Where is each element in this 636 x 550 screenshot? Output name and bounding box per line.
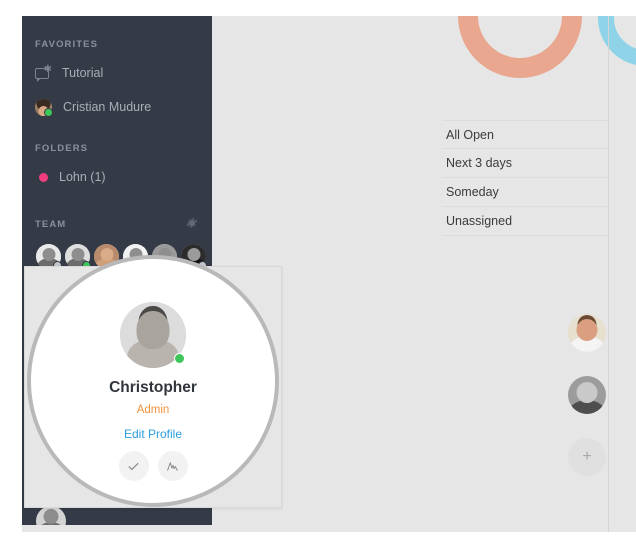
chat-star-icon: ✱ — [35, 65, 52, 82]
filter-label: All Open — [446, 128, 494, 142]
filter-row-unassigned[interactable]: Unassigned — [442, 207, 608, 236]
filter-label: Someday — [446, 185, 499, 199]
rail-avatar-1[interactable] — [568, 314, 606, 352]
check-button[interactable] — [118, 451, 149, 481]
sidebar-item-label: Cristian Mudure — [63, 100, 152, 114]
avatar — [35, 98, 53, 117]
filter-list: All Open Next 3 days Someday Unassigned — [442, 120, 608, 236]
app-window: All Open Next 3 days Someday Unassigned … — [22, 16, 636, 532]
filter-row-next-3-days[interactable]: Next 3 days — [442, 149, 608, 178]
profile-actions — [31, 451, 275, 481]
sidebar-item-label: Tutorial — [62, 66, 104, 80]
sidebar-section-favorites-title: FAVORITES — [35, 39, 99, 50]
filter-label: Next 3 days — [446, 156, 513, 170]
sidebar-item-cristian-mudure[interactable]: Cristian Mudure — [35, 96, 151, 118]
edit-profile-link[interactable]: Edit Profile — [31, 427, 275, 441]
sidebar-item-lohn[interactable]: Lohn (1) — [35, 166, 106, 188]
profile-name: Christopher — [109, 379, 197, 396]
sidebar-section-folders-title: FOLDERS — [35, 143, 89, 154]
status-badge-online — [44, 107, 53, 117]
filter-row-all-open[interactable]: All Open — [442, 120, 608, 149]
rail-avatar-2[interactable] — [568, 376, 606, 414]
activity-button[interactable] — [157, 451, 188, 481]
sidebar-item-label: Lohn (1) — [59, 170, 106, 184]
sidebar-item-tutorial[interactable]: ✱ Tutorial — [35, 62, 103, 84]
decorative-ring-blue-icon — [598, 16, 636, 66]
status-badge-online — [174, 353, 185, 364]
check-icon — [128, 462, 139, 470]
filter-row-someday[interactable]: Someday — [442, 178, 608, 207]
profile-popup-card: Christopher Admin Edit Profile — [24, 255, 282, 508]
magnifier-circle: Christopher Admin Edit Profile — [27, 255, 279, 507]
filter-label: Unassigned — [446, 214, 513, 228]
plus-icon: + — [582, 448, 592, 465]
gear-icon[interactable] — [185, 216, 199, 230]
decorative-ring-salmon-icon — [458, 16, 582, 78]
profile-role: Admin — [136, 404, 170, 416]
profile-avatar — [120, 302, 186, 368]
sidebar-section-team-title: TEAM — [35, 219, 67, 230]
add-member-button[interactable]: + — [568, 438, 606, 476]
pulse-icon — [167, 461, 178, 471]
current-user-avatar[interactable] — [36, 506, 66, 525]
panel-divider — [608, 16, 609, 532]
folder-color-dot-icon — [39, 172, 48, 182]
